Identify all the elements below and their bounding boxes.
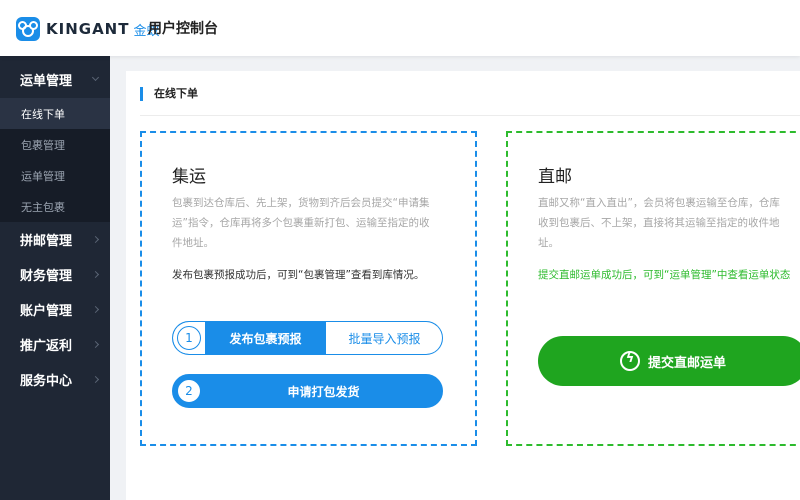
chevron-right-icon [91,235,100,243]
submit-direct-waybill-label: 提交直邮运单 [647,355,726,371]
sidebar-group-label: 账户管理 [20,304,73,319]
sidebar-group-label: 拼邮管理 [20,234,73,249]
sidebar-group-group-shipping[interactable]: 拼邮管理 [0,222,110,257]
direct-mail-title: 直邮 [538,167,572,187]
chevron-down-icon [91,73,100,82]
sidebar-item-unclaimed-packages[interactable]: 无主包裹 [0,191,110,222]
logo-text: KINGANT [46,20,130,38]
sidebar-group-label: 财务管理 [20,269,73,284]
submit-direct-waybill-button[interactable]: 提交直邮运单 [538,336,800,386]
consolidation-card: 集运 包裹到达仓库后、先上架，货物到齐后会员提交“申请集运”指令，仓库再将多个包… [140,131,477,446]
direct-mail-description: 直邮又称“直入直出”，会员将包裹运输至仓库，仓库收到包裹后、不上架，直接将其运输… [538,197,780,249]
batch-import-forecast-button[interactable]: 批量导入预报 [326,322,442,354]
sidebar-group-service-center[interactable]: 服务中心 [0,362,110,397]
sidebar-group-label: 运单管理 [20,73,73,89]
consolidation-description: 包裹到达仓库后、先上架，货物到齐后会员提交“申请集运”指令，仓库再将多个包裹重新… [172,197,430,249]
consolidation-note: 发布包裹预报成功后，可到“包裹管理”查看到库情况。 [172,269,425,281]
console-title: 用户控制台 [148,21,218,37]
chevron-right-icon [91,305,100,313]
consolidation-title: 集运 [172,167,206,187]
direct-mail-card: 直邮 直邮又称“直入直出”，会员将包裹运输至仓库，仓库收到包裹后、不上架，直接将… [506,131,800,446]
step-1-row: 1 发布包裹预报 批量导入预报 [172,321,443,355]
publish-package-forecast-button[interactable]: 发布包裹预报 [205,322,326,354]
main-panel: 在线下单 集运 包裹到达仓库后、先上架，货物到齐后会员提交“申请集运”指令，仓库… [126,71,800,500]
chevron-right-icon [91,340,100,348]
sidebar-nav: 运单管理 在线下单 包裹管理 运单管理 无主包裹 拼邮管理 财务管理 账户管理 … [0,56,110,500]
sidebar-group-account[interactable]: 账户管理 [0,292,110,327]
step-number: 2 [177,379,201,403]
sidebar-item-waybill-management[interactable]: 运单管理 [0,160,110,191]
step-number: 1 [177,326,201,350]
chevron-right-icon [91,270,100,278]
chevron-right-icon [91,375,100,383]
sidebar-group-label: 推广返利 [20,339,73,354]
panel-title: 在线下单 [140,87,198,101]
sidebar-item-online-order[interactable]: 在线下单 [0,98,110,129]
top-header: KINGANT 金蚁 用户控制台 [0,0,800,56]
ant-logo-icon [16,17,40,41]
apply-pack-ship-button[interactable]: 申请打包发货 [205,375,442,407]
sidebar-group-waybill[interactable]: 运单管理 [0,60,110,98]
sidebar-group-referral[interactable]: 推广返利 [0,327,110,362]
direct-mail-note: 提交直邮运单成功后，可到“运单管理”中查看运单状态 [538,269,791,281]
divider [140,115,800,116]
sidebar-group-finance[interactable]: 财务管理 [0,257,110,292]
sidebar-group-label: 服务中心 [20,374,73,389]
lightning-icon [619,351,640,371]
sidebar-item-package-management[interactable]: 包裹管理 [0,129,110,160]
brand-logo[interactable]: KINGANT 金蚁 [16,16,159,42]
step-2-row: 2 申请打包发货 [172,374,443,408]
